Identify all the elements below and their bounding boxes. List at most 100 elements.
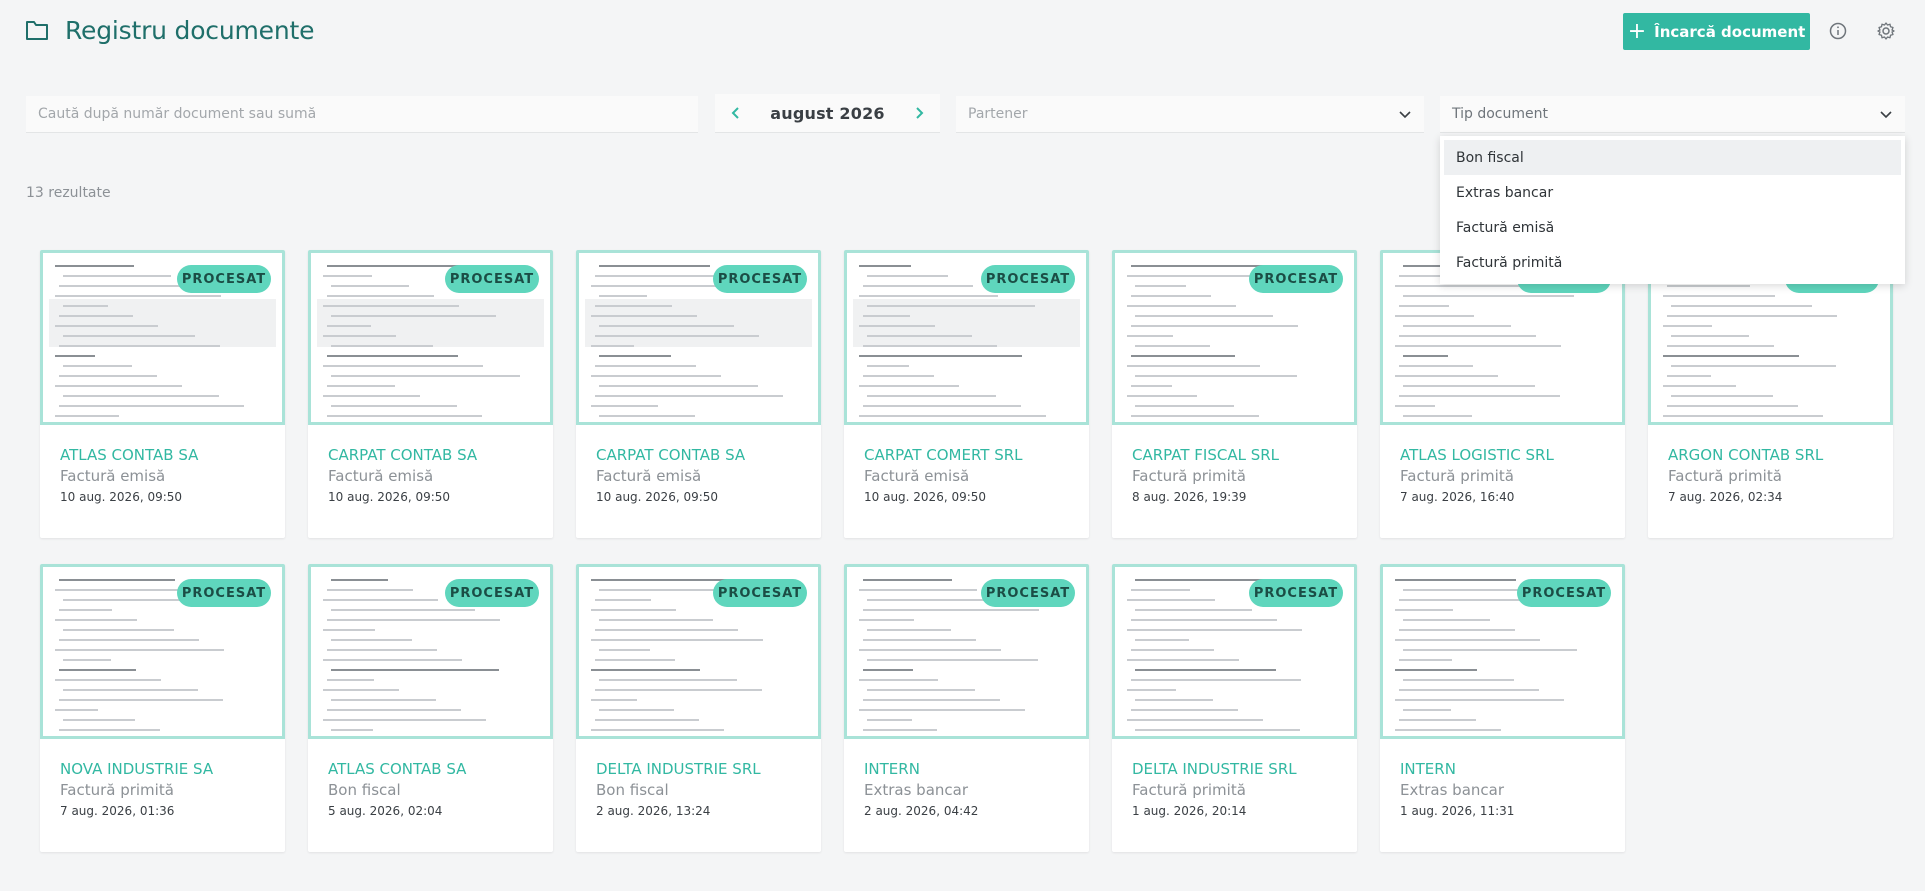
card-doc-type: Factură emisă (328, 467, 434, 485)
card-doc-date: 8 aug. 2026, 19:39 (1132, 490, 1247, 504)
card-doc-type: Bon fiscal (596, 781, 669, 799)
chevron-down-icon (1399, 111, 1411, 119)
folder-icon (26, 21, 48, 40)
document-thumbnail: PROCESAT (576, 250, 821, 425)
card-doc-date: 5 aug. 2026, 02:04 (328, 804, 443, 818)
info-icon[interactable] (1828, 21, 1848, 41)
card-doc-date: 7 aug. 2026, 01:36 (60, 804, 175, 818)
card-doc-date: 7 aug. 2026, 16:40 (1400, 490, 1515, 504)
document-card[interactable]: PROCESATARGON CONTAB SRLFactură primită7… (1648, 250, 1893, 538)
page-header: Registru documente + Încarcă document (0, 0, 1925, 62)
card-doc-date: 10 aug. 2026, 09:50 (328, 490, 451, 504)
document-thumbnail: PROCESAT (1380, 564, 1625, 739)
card-doc-date: 1 aug. 2026, 11:31 (1400, 804, 1515, 818)
dropdown-option[interactable]: Factură emisă (1444, 210, 1901, 245)
card-partner-name: ARGON CONTAB SRL (1668, 446, 1824, 464)
upload-document-label: Încarcă document (1654, 22, 1806, 41)
status-badge: PROCESAT (1249, 265, 1343, 293)
document-thumbnail: PROCESAT (308, 250, 553, 425)
document-thumbnail: PROCESAT (1112, 250, 1357, 425)
dropdown-option[interactable]: Bon fiscal (1444, 140, 1901, 175)
search-input[interactable] (38, 106, 698, 122)
document-card[interactable]: PROCESAT NOVA INDUSTRIE SA Factură primită… (40, 564, 285, 852)
card-doc-date: 1 aug. 2026, 20:14 (1132, 804, 1247, 818)
card-doc-date: 2 aug. 2026, 04:42 (864, 804, 979, 818)
document-type-dropdown: Bon fiscal Extras bancar Factură emisă F… (1440, 136, 1905, 284)
document-card[interactable]: PROCESAT DELTA INDUSTRIE SRL Bon fiscal 2 a… (576, 564, 821, 852)
document-card[interactable]: PROCESAT CARPAT FISCAL SRL Factură primită… (1112, 250, 1357, 538)
document-thumbnail: PROCESAT (40, 250, 285, 425)
dropdown-option[interactable]: Extras bancar (1444, 175, 1901, 210)
upload-document-button[interactable]: + Încarcă document (1623, 13, 1810, 50)
page-title: Registru documente (65, 16, 315, 45)
card-doc-type: Extras bancar (864, 781, 969, 799)
card-partner-name: INTERN (1400, 760, 1456, 778)
chevron-right-icon[interactable] (912, 106, 926, 120)
card-partner-name: DELTA INDUSTRIE SRL (596, 760, 761, 778)
card-partner-name: CARPAT CONTAB SA (596, 446, 746, 464)
card-partner-name: CARPAT COMERT SRL (864, 446, 1023, 464)
status-badge: PROCESAT (445, 579, 539, 607)
card-doc-date: 10 aug. 2026, 09:50 (864, 490, 987, 504)
document-card[interactable]: PROCESAT INTERN Extras bancar 1 aug. 2026, … (1380, 564, 1625, 852)
status-badge: PROCESAT (1517, 579, 1611, 607)
card-partner-name: CARPAT CONTAB SA (328, 446, 478, 464)
card-partner-name: DELTA INDUSTRIE SRL (1132, 760, 1297, 778)
card-doc-date: 10 aug. 2026, 09:50 (596, 490, 719, 504)
results-count: 13 rezultate (26, 185, 111, 201)
card-doc-type: Factură primită (1668, 467, 1782, 485)
card-doc-type: Factură emisă (864, 467, 970, 485)
card-partner-name: ATLAS LOGISTIC SRL (1400, 446, 1554, 464)
document-thumbnail: PROCESAT (40, 564, 285, 739)
month-selector: august 2026 (715, 94, 940, 133)
card-partner-name: INTERN (864, 760, 920, 778)
document-thumbnail: PROCESAT (1112, 564, 1357, 739)
status-badge: PROCESAT (981, 579, 1075, 607)
dropdown-option[interactable]: Factură primită (1444, 245, 1901, 280)
card-doc-type: Factură primită (1132, 467, 1246, 485)
card-doc-date: 7 aug. 2026, 02:34 (1668, 490, 1783, 504)
document-thumbnail: PROCESAT (844, 250, 1089, 425)
partner-select-placeholder: Partener (968, 106, 1028, 122)
search-field[interactable] (26, 96, 698, 133)
chevron-left-icon[interactable] (729, 106, 743, 120)
document-type-select-placeholder: Tip document (1452, 106, 1548, 122)
document-card[interactable]: PROCESAT CARPAT CONTAB SA Factură emisă 10 … (576, 250, 821, 538)
card-partner-name: CARPAT FISCAL SRL (1132, 446, 1280, 464)
status-badge: PROCESAT (177, 579, 271, 607)
plus-icon: + (1627, 18, 1647, 44)
status-badge: PROCESAT (713, 579, 807, 607)
card-doc-type: Factură primită (1132, 781, 1246, 799)
document-thumbnail: PROCESAT (844, 564, 1089, 739)
status-badge: PROCESAT (981, 265, 1075, 293)
status-badge: PROCESAT (1249, 579, 1343, 607)
document-card[interactable]: PROCESAT DELTA INDUSTRIE SRL Factură primi… (1112, 564, 1357, 852)
status-badge: PROCESAT (177, 265, 271, 293)
document-thumbnail: PROCESAT (576, 564, 821, 739)
card-partner-name: ATLAS CONTAB SA (328, 760, 467, 778)
card-doc-type: Factură emisă (596, 467, 702, 485)
card-doc-type: Extras bancar (1400, 781, 1505, 799)
gear-icon[interactable] (1876, 21, 1896, 41)
document-card[interactable]: PROCESAT ATLAS CONTAB SA Bon fiscal 5 aug. … (308, 564, 553, 852)
document-card[interactable]: PROCESAT CARPAT COMERT SRL Factură emisă 10… (844, 250, 1089, 538)
card-doc-type: Factură emisă (60, 467, 166, 485)
month-label: august 2026 (770, 103, 885, 123)
card-doc-type: Factură primită (60, 781, 174, 799)
card-doc-type: Factură primită (1400, 467, 1514, 485)
document-card[interactable]: PROCESAT INTERN Extras bancar 2 aug. 2026, … (844, 564, 1089, 852)
card-doc-date: 2 aug. 2026, 13:24 (596, 804, 711, 818)
card-partner-name: ATLAS CONTAB SA (60, 446, 199, 464)
chevron-down-icon (1880, 111, 1892, 119)
document-type-select[interactable]: Tip document (1440, 96, 1905, 133)
document-thumbnail: PROCESAT (308, 564, 553, 739)
document-card[interactable]: PROCESATATLAS LOGISTIC SRLFactură primit… (1380, 250, 1625, 538)
document-card[interactable]: PROCESAT CARPAT CONTAB SA Factură emisă 10 … (308, 250, 553, 538)
card-partner-name: NOVA INDUSTRIE SA (60, 760, 214, 778)
status-badge: PROCESAT (713, 265, 807, 293)
status-badge: PROCESAT (445, 265, 539, 293)
card-doc-type: Bon fiscal (328, 781, 401, 799)
partner-select[interactable]: Partener (956, 96, 1424, 133)
document-card[interactable]: PROCESAT ATLAS CONTAB SA Factură emisă 10 a… (40, 250, 285, 538)
card-doc-date: 10 aug. 2026, 09:50 (60, 490, 183, 504)
